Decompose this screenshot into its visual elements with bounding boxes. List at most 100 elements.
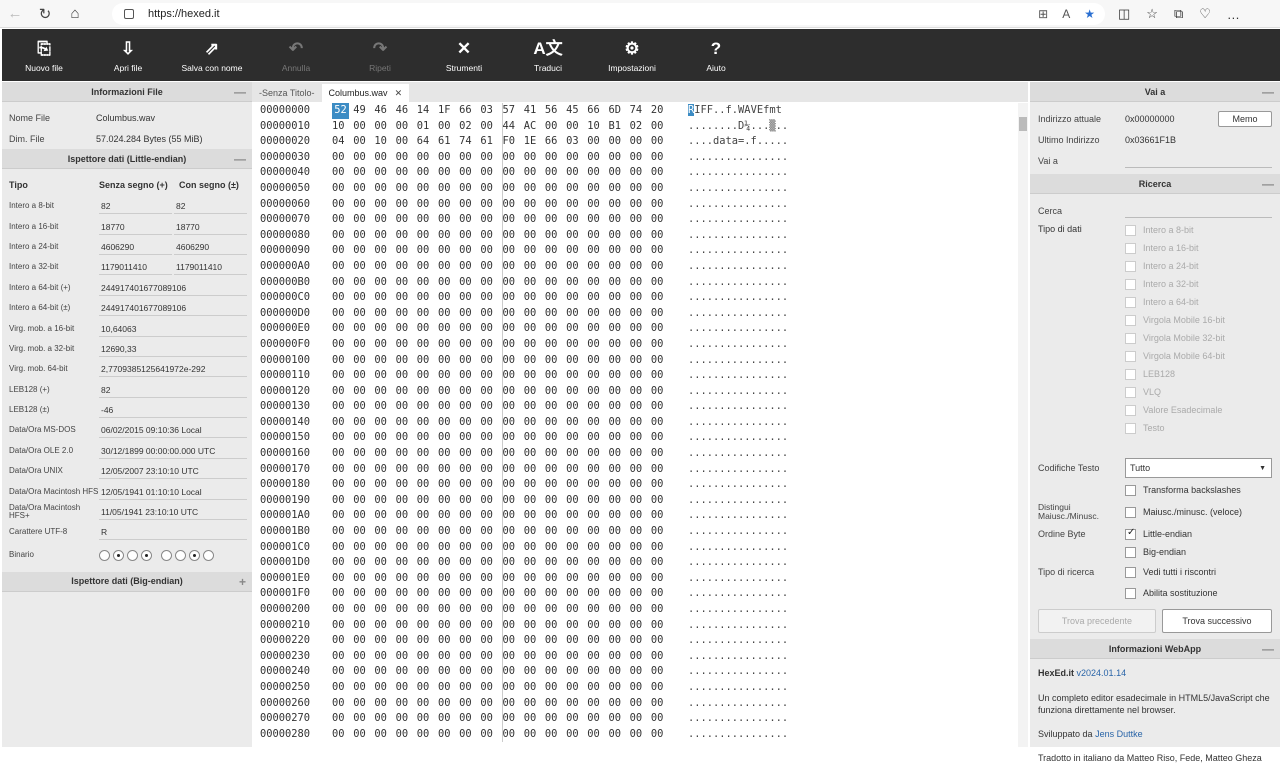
ascii-text[interactable]: ................ [676, 493, 788, 509]
hex-byte[interactable]: 00 [353, 462, 374, 478]
hex-byte[interactable]: 00 [545, 321, 566, 337]
hex-byte[interactable]: 00 [608, 524, 629, 540]
hex-byte[interactable]: 00 [651, 540, 672, 556]
hex-byte[interactable]: 00 [353, 711, 374, 727]
hex-byte[interactable]: 00 [459, 165, 480, 181]
hex-byte[interactable]: 00 [630, 243, 651, 259]
hex-byte[interactable]: 00 [480, 181, 501, 197]
hex-byte[interactable]: 00 [651, 680, 672, 696]
hex-byte[interactable]: 00 [396, 212, 417, 228]
datatype-checkbox[interactable] [1125, 332, 1136, 344]
hex-byte[interactable]: 00 [630, 602, 651, 618]
hex-byte[interactable]: 00 [332, 664, 353, 680]
ascii-text[interactable]: ................ [676, 571, 788, 587]
hex-byte[interactable]: 00 [459, 664, 480, 680]
hex-byte[interactable]: 00 [503, 446, 524, 462]
hex-byte[interactable]: 00 [524, 259, 545, 275]
hex-byte[interactable]: 00 [459, 493, 480, 509]
hex-byte[interactable]: 00 [651, 696, 672, 712]
hex-byte[interactable]: 00 [374, 430, 395, 446]
hex-byte[interactable]: 00 [396, 508, 417, 524]
ascii-text[interactable]: ................ [676, 306, 788, 322]
big-endian-checkbox[interactable] [1125, 546, 1136, 558]
hex-byte[interactable]: 00 [630, 633, 651, 649]
hex-byte[interactable]: 00 [566, 430, 587, 446]
hex-byte[interactable]: 00 [608, 711, 629, 727]
hex-byte[interactable]: 00 [480, 633, 501, 649]
hex-byte[interactable]: 00 [651, 150, 672, 166]
find-next-button[interactable]: Trova successivo [1161, 609, 1272, 633]
hex-byte[interactable]: 00 [417, 493, 438, 509]
hex-byte[interactable]: 00 [524, 415, 545, 431]
hex-byte[interactable]: 00 [545, 680, 566, 696]
help-button[interactable]: ? Aiuto [674, 29, 758, 81]
hex-byte[interactable]: 00 [332, 306, 353, 322]
hex-byte[interactable]: 00 [396, 181, 417, 197]
hex-byte[interactable]: 00 [417, 337, 438, 353]
hex-byte[interactable]: 00 [332, 618, 353, 634]
hex-byte[interactable]: 00 [480, 119, 501, 135]
hex-byte[interactable]: 00 [503, 696, 524, 712]
hex-byte[interactable]: 00 [396, 477, 417, 493]
hex-byte[interactable]: 00 [524, 337, 545, 353]
reload-icon[interactable]: ↻ [30, 0, 60, 28]
hex-byte[interactable]: 00 [417, 415, 438, 431]
undo-button[interactable]: ↶ Annulla [254, 29, 338, 81]
hex-byte[interactable]: 00 [417, 430, 438, 446]
hex-byte[interactable]: 00 [480, 508, 501, 524]
hex-byte[interactable]: 00 [524, 384, 545, 400]
hex-byte[interactable]: 00 [459, 415, 480, 431]
hex-byte[interactable]: 00 [374, 321, 395, 337]
hex-byte[interactable]: 00 [374, 306, 395, 322]
hex-byte[interactable]: 00 [587, 664, 608, 680]
hex-byte[interactable]: 00 [332, 727, 353, 743]
hex-byte[interactable]: 00 [353, 633, 374, 649]
hex-byte[interactable]: 00 [524, 508, 545, 524]
hex-byte[interactable]: 00 [630, 664, 651, 680]
hex-byte[interactable]: 00 [332, 353, 353, 369]
hex-byte[interactable]: 00 [608, 134, 629, 150]
ascii-text[interactable]: ................ [676, 321, 788, 337]
hex-byte[interactable]: 00 [524, 477, 545, 493]
ascii-text[interactable]: ................ [676, 165, 788, 181]
tab-active-file[interactable]: Columbus.wav ✕ [321, 84, 410, 102]
inspector-unsigned-value[interactable]: 1179011410 [99, 259, 172, 276]
hex-byte[interactable]: 00 [608, 446, 629, 462]
datatype-checkbox[interactable] [1125, 278, 1136, 290]
hex-byte[interactable]: 00 [459, 462, 480, 478]
hex-byte[interactable]: 00 [438, 696, 459, 712]
hex-byte[interactable]: 00 [353, 555, 374, 571]
hex-byte[interactable]: 00 [417, 586, 438, 602]
translate-button[interactable]: A文 Traduci [506, 29, 590, 81]
tools-button[interactable]: ✕ Strumenti [422, 29, 506, 81]
encoding-select[interactable]: Tutto ▼ [1125, 458, 1272, 478]
hex-byte[interactable]: 00 [438, 212, 459, 228]
hex-byte[interactable]: 00 [459, 477, 480, 493]
hex-byte[interactable]: 00 [651, 727, 672, 743]
hex-byte[interactable]: 00 [587, 446, 608, 462]
hex-byte[interactable]: 00 [438, 586, 459, 602]
hex-byte[interactable]: 00 [630, 197, 651, 213]
hex-byte[interactable]: 00 [332, 462, 353, 478]
collections-icon[interactable]: ⧉ [1174, 6, 1183, 22]
hex-byte[interactable]: 00 [566, 649, 587, 665]
hex-byte[interactable]: 00 [545, 150, 566, 166]
hex-byte[interactable]: 00 [480, 275, 501, 291]
hex-byte[interactable]: 00 [566, 259, 587, 275]
datatype-checkbox[interactable] [1125, 368, 1136, 380]
hex-byte[interactable]: 00 [566, 664, 587, 680]
hex-byte[interactable]: 00 [651, 228, 672, 244]
hex-byte[interactable]: 00 [587, 228, 608, 244]
hex-byte[interactable]: 00 [396, 384, 417, 400]
hex-byte[interactable]: 00 [374, 727, 395, 743]
hex-byte[interactable]: 00 [374, 259, 395, 275]
hex-byte[interactable]: 00 [524, 555, 545, 571]
hex-byte[interactable]: 00 [524, 321, 545, 337]
hex-byte[interactable]: F0 [503, 134, 524, 150]
hex-byte[interactable]: 00 [545, 711, 566, 727]
hex-byte[interactable]: 00 [651, 290, 672, 306]
datatype-checkbox[interactable] [1125, 404, 1136, 416]
hex-byte[interactable]: 00 [417, 399, 438, 415]
hex-byte[interactable]: 00 [524, 290, 545, 306]
hex-byte[interactable]: 00 [524, 727, 545, 743]
